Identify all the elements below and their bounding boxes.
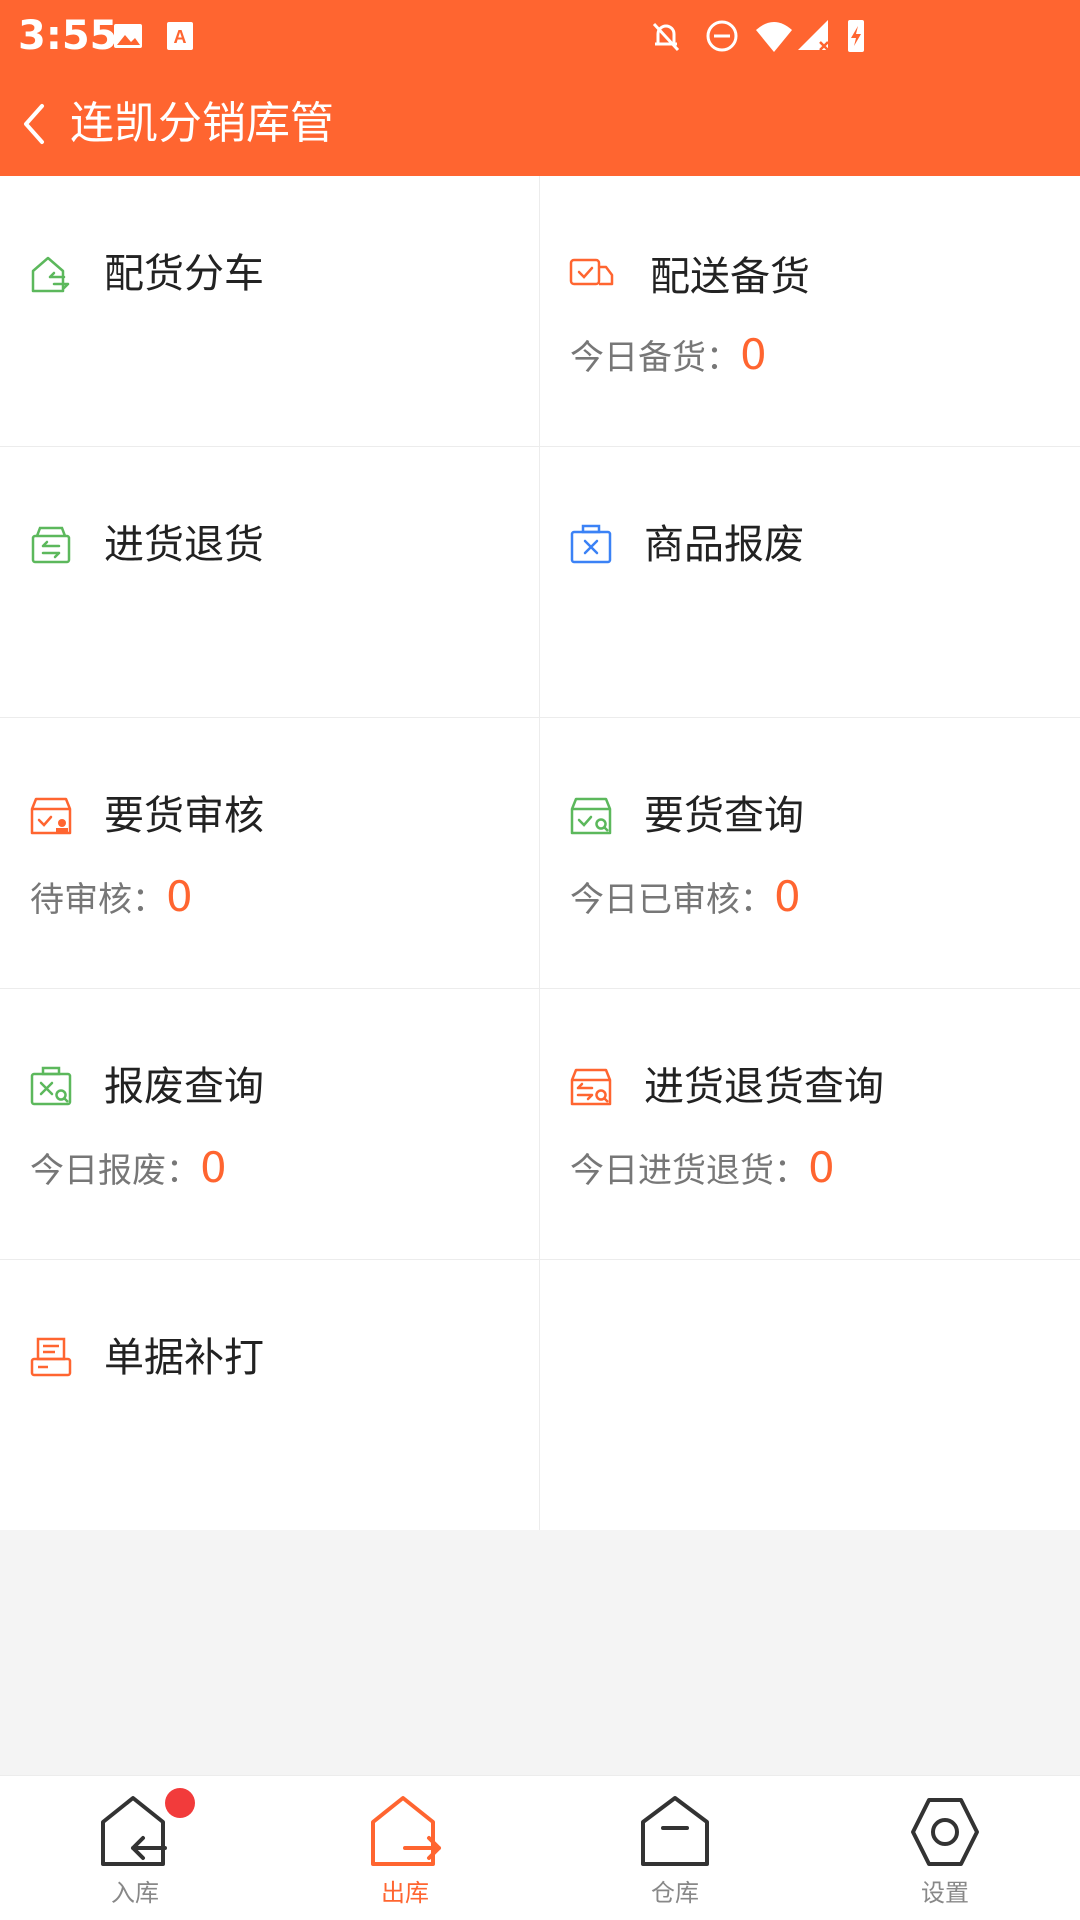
scrap-icon	[570, 524, 612, 564]
grid-item-empty	[540, 1260, 1079, 1530]
nav-inbound[interactable]: 入库	[0, 1776, 270, 1920]
grid-item-title: 要货审核	[104, 793, 264, 839]
stat-value: 0	[774, 872, 801, 921]
grid-item-product-scrap[interactable]: 商品报废	[540, 447, 1079, 717]
nav-outbound[interactable]: 出库	[270, 1776, 540, 1920]
stat-label: 今日报废：	[30, 1151, 200, 1191]
stat-value: 0	[166, 872, 193, 921]
grid-item-purchase-return[interactable]: 进货退货	[0, 447, 539, 717]
text-notification-icon: A	[167, 22, 193, 50]
page-title: 连凯分销库管	[70, 98, 334, 149]
image-notification-icon	[114, 24, 142, 48]
grid-item-order-query[interactable]: 要货查询 今日已审核：0	[540, 718, 1079, 988]
grid-item-title: 进货退货查询	[644, 1064, 884, 1110]
stat-label: 今日已审核：	[570, 880, 774, 920]
order-review-icon	[30, 797, 72, 835]
grid-item-reprint[interactable]: 单据补打	[0, 1260, 539, 1530]
grid-item-title: 报废查询	[104, 1064, 264, 1110]
grid-item-stat: 今日已审核：0	[570, 872, 801, 925]
grid-item-return-query[interactable]: 进货退货查询 今日进货退货：0	[540, 989, 1079, 1259]
grid-divider	[0, 988, 1080, 989]
settings-icon	[911, 1798, 979, 1866]
truck-split-icon	[31, 256, 70, 293]
stat-label: 今日备货：	[570, 338, 740, 378]
stat-value: 0	[808, 1143, 835, 1192]
warehouse-icon	[641, 1796, 709, 1866]
grid-item-stat: 今日报废：0	[30, 1143, 227, 1196]
grid-item-stat: 今日进货退货：0	[570, 1143, 835, 1196]
grid-item-allocation[interactable]: 配货分车	[0, 176, 539, 446]
order-search-icon	[570, 797, 612, 835]
nav-warehouse[interactable]: 仓库	[540, 1776, 810, 1920]
grid-item-title: 单据补打	[104, 1335, 264, 1381]
grid-item-title: 配货分车	[104, 251, 264, 297]
status-bar: 3:55 A	[0, 0, 1080, 72]
delivery-truck-icon	[569, 258, 614, 286]
back-arrow-icon[interactable]	[10, 94, 60, 154]
grid-divider	[0, 1259, 1080, 1260]
nav-settings[interactable]: 设置	[810, 1776, 1080, 1920]
nav-label: 出库	[381, 1879, 429, 1907]
grid-item-title: 要货查询	[644, 793, 804, 839]
grid-item-scrap-query[interactable]: 报废查询 今日报废：0	[0, 989, 539, 1259]
return-search-icon	[570, 1068, 612, 1106]
nav-label: 设置	[921, 1879, 969, 1907]
battery-charging-icon	[848, 20, 864, 52]
grid-item-stat: 待审核：0	[30, 872, 193, 925]
stat-value: 0	[740, 330, 767, 379]
app-bar: 连凯分销库管	[0, 72, 1080, 176]
grid-item-stat: 今日备货：0	[570, 330, 767, 383]
app-frame: 3:55 A 连凯分销库管 配货分车 配送备货 今日备货：0 进货退货 商品报废…	[0, 0, 1080, 1920]
grid-item-title: 配送备货	[650, 254, 810, 300]
nav-label: 入库	[111, 1879, 159, 1907]
bell-off-icon	[652, 22, 680, 52]
svg-text:A: A	[174, 27, 187, 47]
stat-value: 0	[200, 1143, 227, 1192]
grid-divider	[0, 717, 1080, 718]
empty-area	[0, 1530, 1080, 1775]
nav-label: 仓库	[651, 1879, 699, 1907]
outbound-icon	[371, 1796, 441, 1866]
grid-item-delivery-prep[interactable]: 配送备货 今日备货：0	[540, 176, 1079, 446]
stat-label: 今日进货退货：	[570, 1151, 808, 1191]
function-grid: 配货分车 配送备货 今日备货：0 进货退货 商品报废 要货审核 待审核：0 要货…	[0, 176, 1080, 1530]
inbound-icon	[101, 1796, 167, 1866]
return-box-icon	[31, 526, 71, 564]
cellular-signal-icon	[798, 20, 829, 51]
status-time: 3:55	[18, 13, 118, 59]
do-not-disturb-icon	[706, 20, 738, 52]
grid-divider	[0, 446, 1080, 447]
printer-icon	[30, 1337, 72, 1377]
grid-item-order-review[interactable]: 要货审核 待审核：0	[0, 718, 539, 988]
top-bar: 3:55 A 连凯分销库管	[0, 0, 1080, 176]
stat-label: 待审核：	[30, 880, 166, 920]
grid-item-title: 进货退货	[104, 522, 264, 568]
scrap-search-icon	[30, 1066, 72, 1106]
notification-badge	[165, 1788, 195, 1818]
wifi-icon	[756, 22, 792, 52]
grid-item-title: 商品报废	[644, 522, 804, 568]
grid-divider-vertical	[539, 176, 540, 1530]
bottom-nav: 入库 出库 仓库 设置	[0, 1775, 1080, 1920]
